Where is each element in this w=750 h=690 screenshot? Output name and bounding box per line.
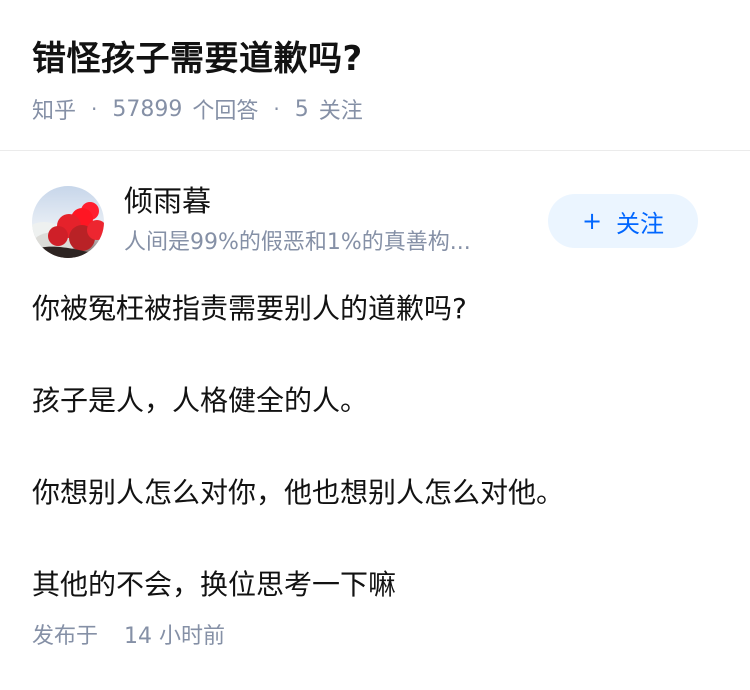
question-header: 错怪孩子需要道歉吗? 知乎 · 57899 个回答 · 5 关注 (0, 0, 750, 150)
answer-paragraph: 你想别人怎么对你，他也想别人怎么对他。 (32, 476, 565, 509)
author-bio: 人间是99%的假恶和1%的真善构... (124, 230, 471, 255)
answer-paragraph: 其他的不会，换位思考一下嘛 (32, 568, 397, 601)
answer-paragraph: 孩子是人，人格健全的人。 (32, 384, 369, 417)
author-name[interactable]: 倾雨暮 (124, 182, 211, 220)
follower-count: 5 (294, 96, 309, 122)
meta-separator: · (91, 97, 98, 121)
answer-count-label: 个回答 (192, 99, 259, 124)
answer-count: 57899 (112, 96, 183, 122)
question-title[interactable]: 错怪孩子需要道歉吗? (32, 30, 363, 88)
plus-icon: + (581, 207, 603, 235)
question-meta: 知乎 · 57899 个回答 · 5 关注 (32, 92, 363, 126)
published-time: 14 小时前 (124, 624, 226, 649)
header-divider (0, 150, 750, 151)
avatar[interactable] (32, 186, 104, 258)
follower-count-label: 关注 (318, 99, 363, 124)
meta-separator: · (273, 97, 280, 121)
follow-button-label: 关注 (616, 209, 665, 238)
author-row: 倾雨暮 人间是99%的假恶和1%的真善构... + 关注 (0, 176, 750, 268)
avatar-image (32, 186, 104, 258)
published-label: 发布于 (32, 624, 99, 649)
answer-content: 你被冤枉被指责需要别人的道歉吗? 孩子是人，人格健全的人。 你想别人怎么对你，他… (32, 286, 722, 608)
answer-paragraph: 你被冤枉被指责需要别人的道歉吗? (32, 292, 467, 325)
published-info: 发布于 14 小时前 (32, 620, 225, 654)
follow-button[interactable]: + 关注 (548, 194, 698, 248)
source-label[interactable]: 知乎 (32, 93, 76, 125)
